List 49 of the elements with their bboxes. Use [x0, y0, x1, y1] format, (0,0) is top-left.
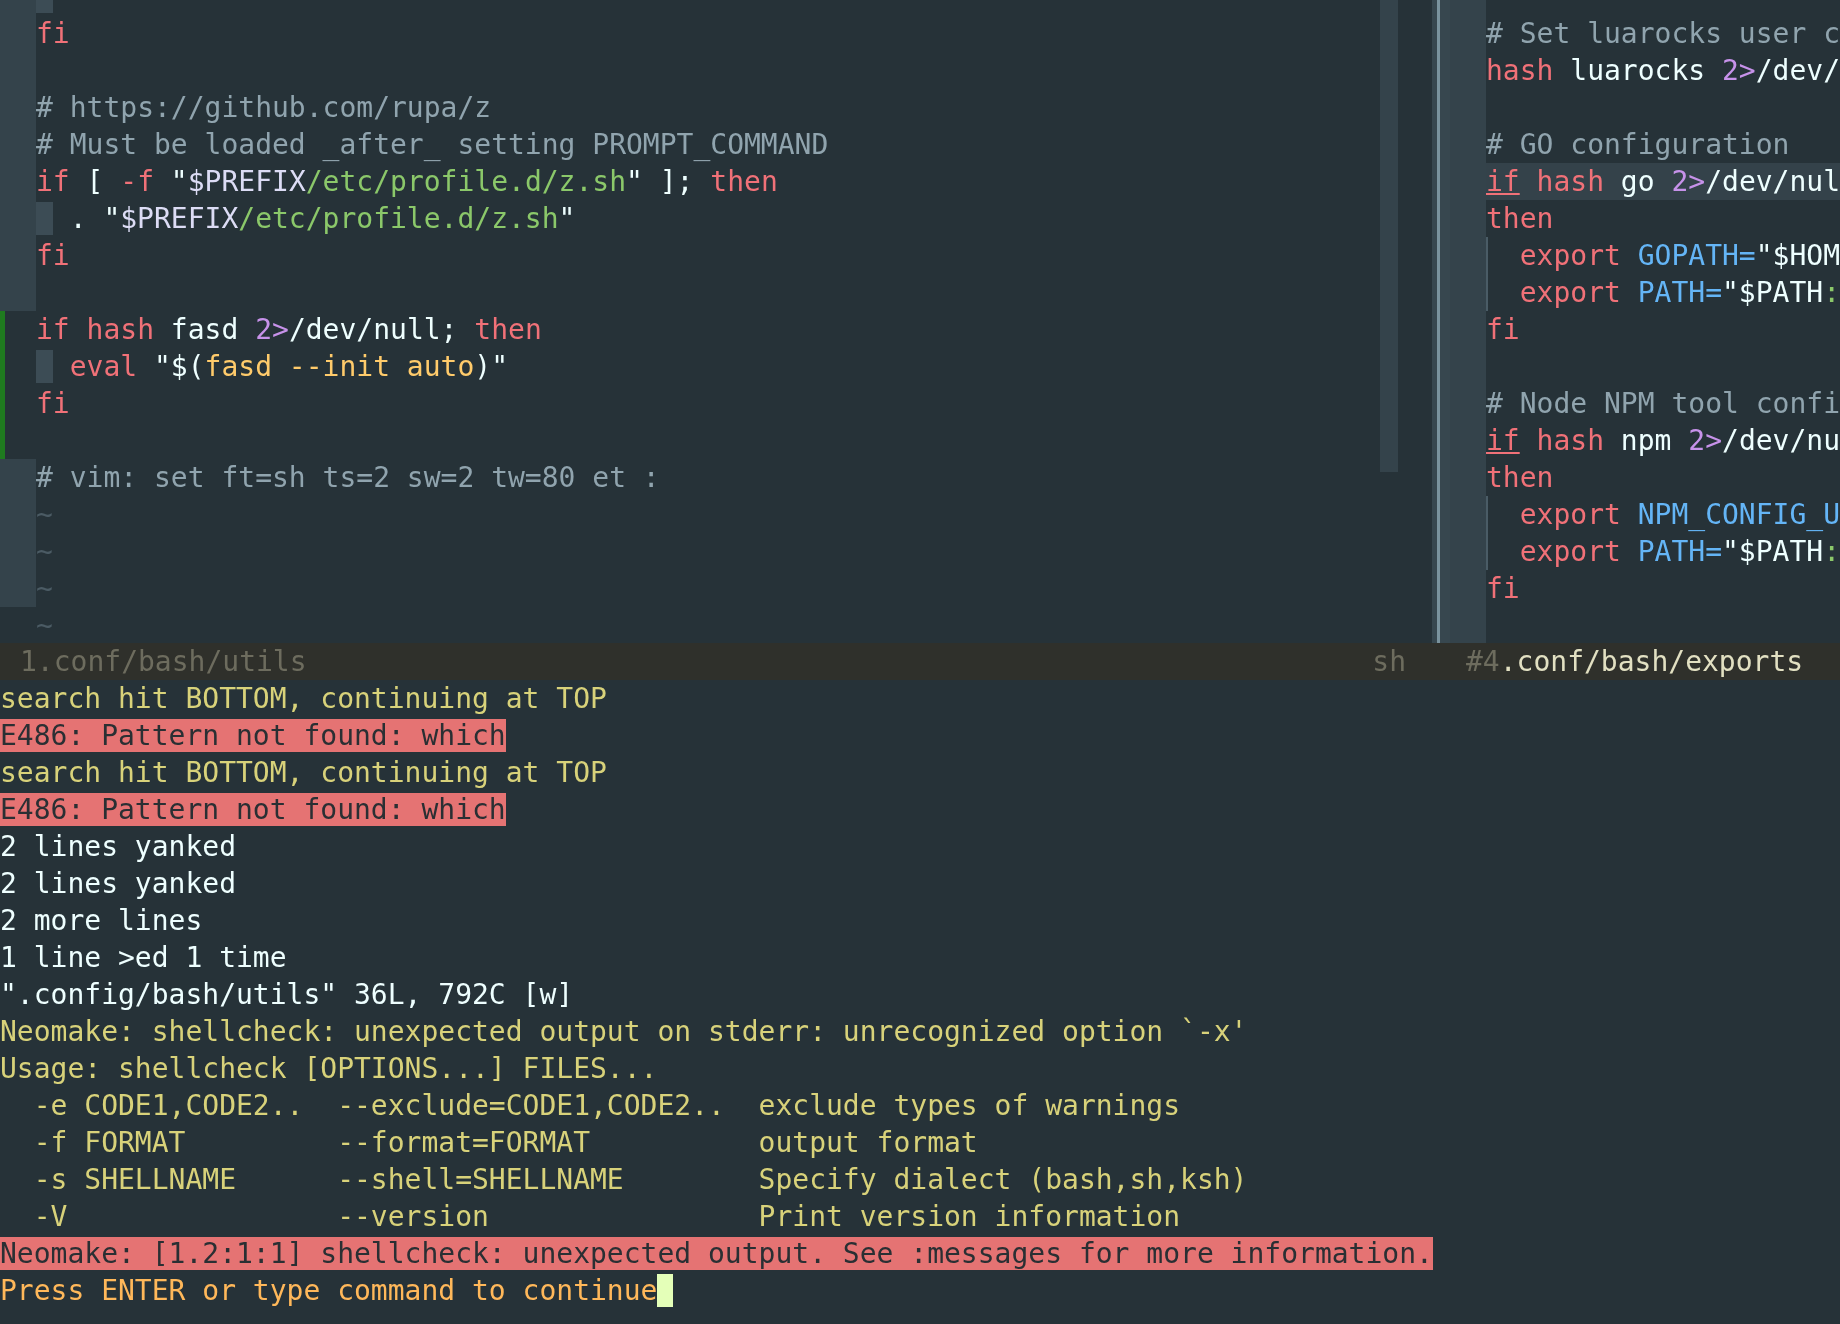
filler-line: ~ — [36, 608, 53, 643]
code-line: fi — [1486, 312, 1520, 348]
info-message: ".config/bash/utils" 36L, 792C [w] — [0, 977, 574, 1013]
code-line: export GOPATH="$HOM — [1519, 238, 1840, 274]
warning-message: search hit BOTTOM, continuing at TOP — [0, 681, 607, 717]
warning-message: -f FORMAT --format=FORMAT output format — [32, 1125, 978, 1161]
code-line: fi — [36, 16, 70, 52]
error-message: E486: Pattern not found: which — [0, 793, 506, 826]
code-line: # https://github.com/rupa/z — [36, 90, 492, 126]
code-line: if hash npm 2>/dev/nu — [1486, 423, 1840, 459]
warning-message: -e CODE1,CODE2.. --exclude=CODE1,CODE2.. exclude types of warnings — [32, 1088, 1181, 1124]
code-line: if [ -f "$PREFIX/etc/profile.d/z.sh" ]; then — [36, 164, 778, 200]
code-line: if hash go 2>/dev/nul — [1486, 164, 1840, 200]
code-line: fi — [1486, 571, 1520, 607]
info-message: 1 line >ed 1 time — [0, 940, 287, 976]
code-line: fi — [36, 238, 70, 274]
filler-line: ~ — [36, 571, 53, 607]
window-separator[interactable] — [1432, 0, 1450, 643]
warning-message: Usage: shellcheck [OPTIONS...] FILES... — [0, 1051, 658, 1087]
code-line: # Node NPM tool confi — [1486, 386, 1840, 422]
info-message: 2 lines yanked — [0, 866, 236, 902]
code-line: # GO configuration — [1486, 127, 1790, 163]
code-line: then — [1486, 460, 1554, 496]
prompt-message: Press ENTER or type command to continue — [0, 1273, 658, 1309]
code-line: # vim: set ft=sh ts=2 sw=2 tw=80 et : — [36, 460, 660, 496]
code-line: # Set luarocks user c — [1486, 16, 1840, 52]
buffer-name: #4.conf/bash/exports — [1466, 645, 1804, 678]
code-line: export NPM_CONFIG_U — [1519, 497, 1840, 533]
code-line: . "$PREFIX/etc/profile.d/z.sh" — [69, 201, 576, 237]
code-line: hash luarocks 2>/dev/ — [1486, 53, 1840, 89]
code-line: fi — [36, 386, 70, 422]
code-line: # Must be loaded _after_ setting PROMPT_COMMAND — [36, 127, 829, 163]
code-line: eval "$(fasd --init auto)" — [69, 349, 508, 385]
filler-line: ~ — [36, 534, 53, 570]
error-message: Neomake: [1.2:1:1] shellcheck: unexpected output. See :messages for more information. — [0, 1237, 1433, 1270]
code-line: then — [1486, 201, 1554, 237]
info-message: 2 more lines — [0, 903, 203, 939]
warning-message: Neomake: shellcheck: unexpected output on stderr: unrecognized option `-x' — [0, 1014, 1248, 1050]
info-message: 2 lines yanked — [0, 829, 236, 865]
filler-line: ~ — [36, 497, 53, 533]
warning-message: search hit BOTTOM, continuing at TOP — [0, 755, 607, 791]
code-line: export PATH="$PATH: — [1519, 534, 1840, 570]
warning-message: -V --version Print version information — [32, 1199, 1181, 1235]
buffer-name: 1.conf/bash/utils — [20, 644, 307, 680]
error-message: E486: Pattern not found: which — [0, 719, 506, 752]
filetype-label: sh — [1372, 644, 1406, 680]
code-line: if hash fasd 2>/dev/null; then — [36, 312, 542, 348]
code-line: export PATH="$PATH: — [1519, 275, 1840, 311]
warning-message: -s SHELLNAME --shell=SHELLNAME Specify dialect (bash,sh,ksh) — [32, 1162, 1248, 1198]
